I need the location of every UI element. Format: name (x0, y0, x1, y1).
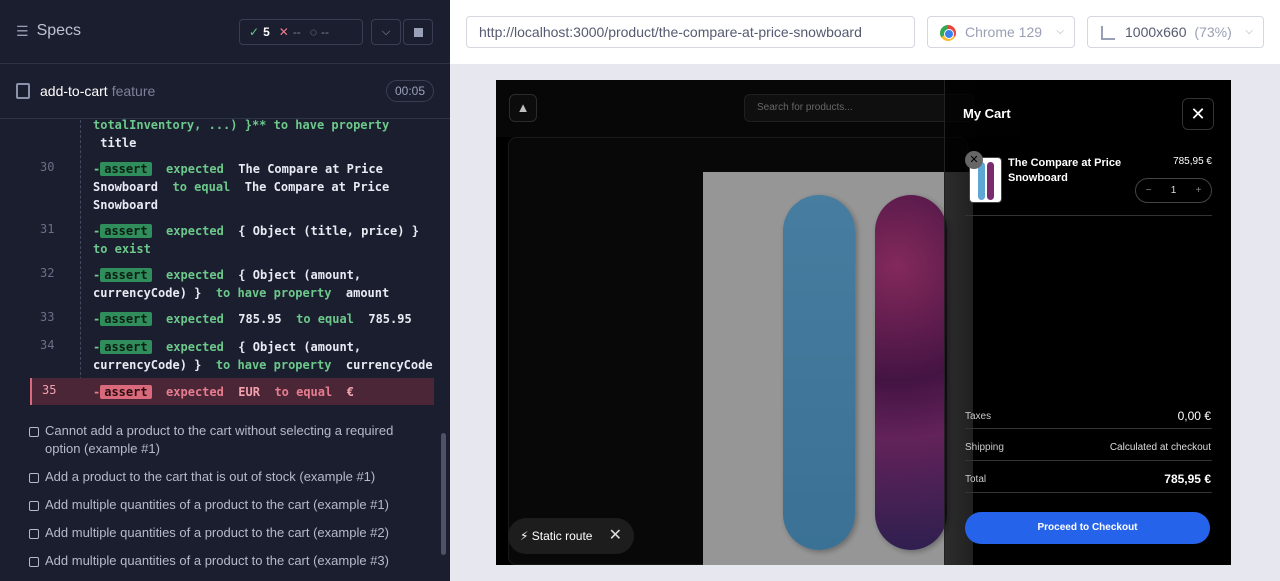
command-row[interactable]: 32 - assert expected { Object (amount, cu… (30, 266, 434, 302)
app-frame: ▲ Search for products... ⚡ Static route … (496, 80, 1231, 565)
check-icon: ✓ (249, 25, 260, 39)
cart-drawer: My Cart ✕ ✕ The Compare at Price Snowboa… (944, 80, 1231, 565)
browser-selector[interactable]: Chrome 129 ⌵ (927, 16, 1075, 48)
passed-count: ✓ 5 (249, 25, 270, 39)
assert-badge: assert (100, 340, 152, 354)
scrollbar[interactable] (441, 433, 446, 555)
menu-icon: ☰ (16, 22, 29, 39)
checkout-button[interactable]: Proceed to Checkout (965, 512, 1210, 544)
total-label: Total (965, 474, 987, 485)
command-row[interactable]: totalInventory, ...) }** to have propert… (30, 116, 434, 156)
quantity-value: 1 (1170, 185, 1177, 196)
assert-badge: assert (100, 162, 152, 176)
spec-header: add-to-cart feature (0, 65, 450, 119)
document-icon (16, 83, 30, 99)
test-status-icon (29, 427, 39, 437)
quantity-stepper: − 1 + (1135, 178, 1212, 203)
app-preview-panel: http://localhost:3000/product/the-compar… (450, 0, 1280, 581)
chevron-down-icon: ⌵ (1056, 26, 1064, 37)
total-value: 785,95 € (1164, 472, 1211, 486)
viewport-selector[interactable]: 1000x660 (73%) ⌵ (1087, 16, 1264, 48)
chrome-icon (940, 25, 956, 41)
reporter-panel: ☰ Specs ✓ 5 ✕ -- ◌ -- ⌵ add-to-cart feature … (0, 0, 450, 581)
command-row[interactable]: 34 - assert expected { Object (amount, cu… (30, 338, 434, 374)
assert-badge: assert (100, 312, 152, 326)
spec-timer: 00:05 (386, 80, 434, 102)
test-stats: ✓ 5 ✕ -- ◌ -- (239, 19, 363, 45)
specs-toolbar: ☰ Specs ✓ 5 ✕ -- ◌ -- ⌵ (0, 0, 450, 64)
preview-toolbar: http://localhost:3000/product/the-compar… (450, 0, 1280, 64)
chevron-down-icon[interactable]: ⌵ (371, 19, 401, 45)
test-status-icon (29, 557, 39, 567)
assert-badge: assert (100, 224, 152, 238)
shipping-label: Shipping (965, 442, 1004, 453)
assert-badge: assert (100, 385, 152, 399)
divider (965, 215, 1212, 216)
specs-title: Specs (36, 22, 82, 39)
plus-button[interactable]: + (1196, 185, 1202, 196)
lightning-icon: ⚡ (520, 529, 529, 543)
url-field[interactable]: http://localhost:3000/product/the-compar… (466, 16, 915, 48)
static-route-badge: ⚡ Static route ✕ (508, 518, 634, 554)
test-status-icon (29, 501, 39, 511)
close-icon[interactable]: ✕ (609, 518, 622, 554)
command-log: totalInventory, ...) }** to have propert… (30, 118, 434, 405)
cart-item-name[interactable]: The Compare at Price Snowboard (1008, 156, 1128, 186)
spinner-icon: ◌ (309, 25, 317, 39)
cart-item-price: 785,95 € (1173, 156, 1212, 167)
test-status-icon (29, 529, 39, 539)
spec-name: add-to-cart feature (40, 83, 156, 99)
command-row[interactable]: 30 - assert expected The Compare at Price… (30, 160, 434, 214)
taxes-value: 0,00 € (1177, 409, 1211, 423)
chevron-down-icon: ⌵ (1245, 26, 1253, 37)
stop-button[interactable] (403, 19, 433, 45)
command-row[interactable]: 31 - assert expected { Object (title, pri… (30, 222, 434, 258)
taxes-label: Taxes (965, 411, 992, 422)
divider (965, 492, 1212, 493)
test-status-icon (29, 473, 39, 483)
command-row[interactable]: 33 - assert expected 785.95 to equal 785.… (30, 310, 434, 328)
close-icon: ✕ (1190, 104, 1206, 124)
minus-button[interactable]: − (1146, 185, 1152, 196)
close-cart-button[interactable]: ✕ (1182, 98, 1214, 130)
shipping-value: Calculated at checkout (1109, 442, 1211, 453)
specs-button[interactable]: ☰ Specs (16, 22, 81, 40)
pending-count: ◌ -- (309, 25, 329, 39)
failed-count: ✕ -- (278, 25, 301, 39)
stop-icon (413, 27, 423, 37)
cart-title: My Cart (963, 106, 1011, 121)
cross-icon: ✕ (278, 25, 289, 39)
divider (965, 428, 1212, 429)
failed-command-row[interactable]: 35 - assert expected EUR to equal € (30, 378, 434, 405)
divider (965, 460, 1212, 461)
remove-item-button[interactable]: ✕ (965, 151, 983, 169)
ruler-icon (1101, 26, 1115, 40)
assert-badge: assert (100, 268, 152, 282)
